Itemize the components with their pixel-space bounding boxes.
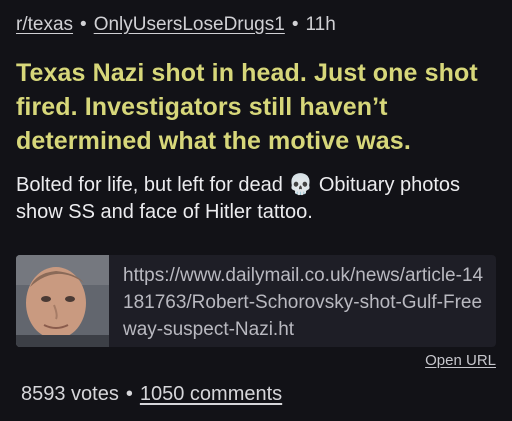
post-title[interactable]: Texas Nazi shot in head. Just one shot f… (16, 56, 496, 158)
post-age: 11h (305, 14, 336, 35)
skull-icon: 💀 (288, 174, 314, 196)
author-link[interactable]: OnlyUsersLoseDrugs1 (94, 14, 285, 36)
meta-separator: • (80, 14, 87, 35)
post-body: Bolted for life, but left for dead 💀 Obi… (16, 172, 496, 226)
post-body-text: Bolted for life, but left for dead (16, 174, 289, 196)
footer-separator: • (125, 383, 133, 405)
link-preview-card[interactable]: https://www.dailymail.co.uk/news/article… (16, 255, 496, 347)
man-portrait-icon (16, 255, 109, 347)
meta-separator: • (291, 14, 299, 35)
post-meta: r/texas • OnlyUsersLoseDrugs1 • 11h (16, 8, 496, 42)
post-container: r/texas • OnlyUsersLoseDrugs1 • 11h Texa… (0, 0, 512, 421)
post-footer: 8593 votes • 1050 comments (21, 383, 282, 406)
vote-count: 8593 votes (21, 383, 119, 405)
subreddit-link[interactable]: r/texas (16, 14, 73, 36)
link-thumbnail[interactable] (16, 255, 109, 347)
open-url-link[interactable]: Open URL (425, 352, 496, 369)
link-url[interactable]: https://www.dailymail.co.uk/news/article… (109, 255, 496, 347)
comments-link[interactable]: 1050 comments (140, 383, 282, 406)
